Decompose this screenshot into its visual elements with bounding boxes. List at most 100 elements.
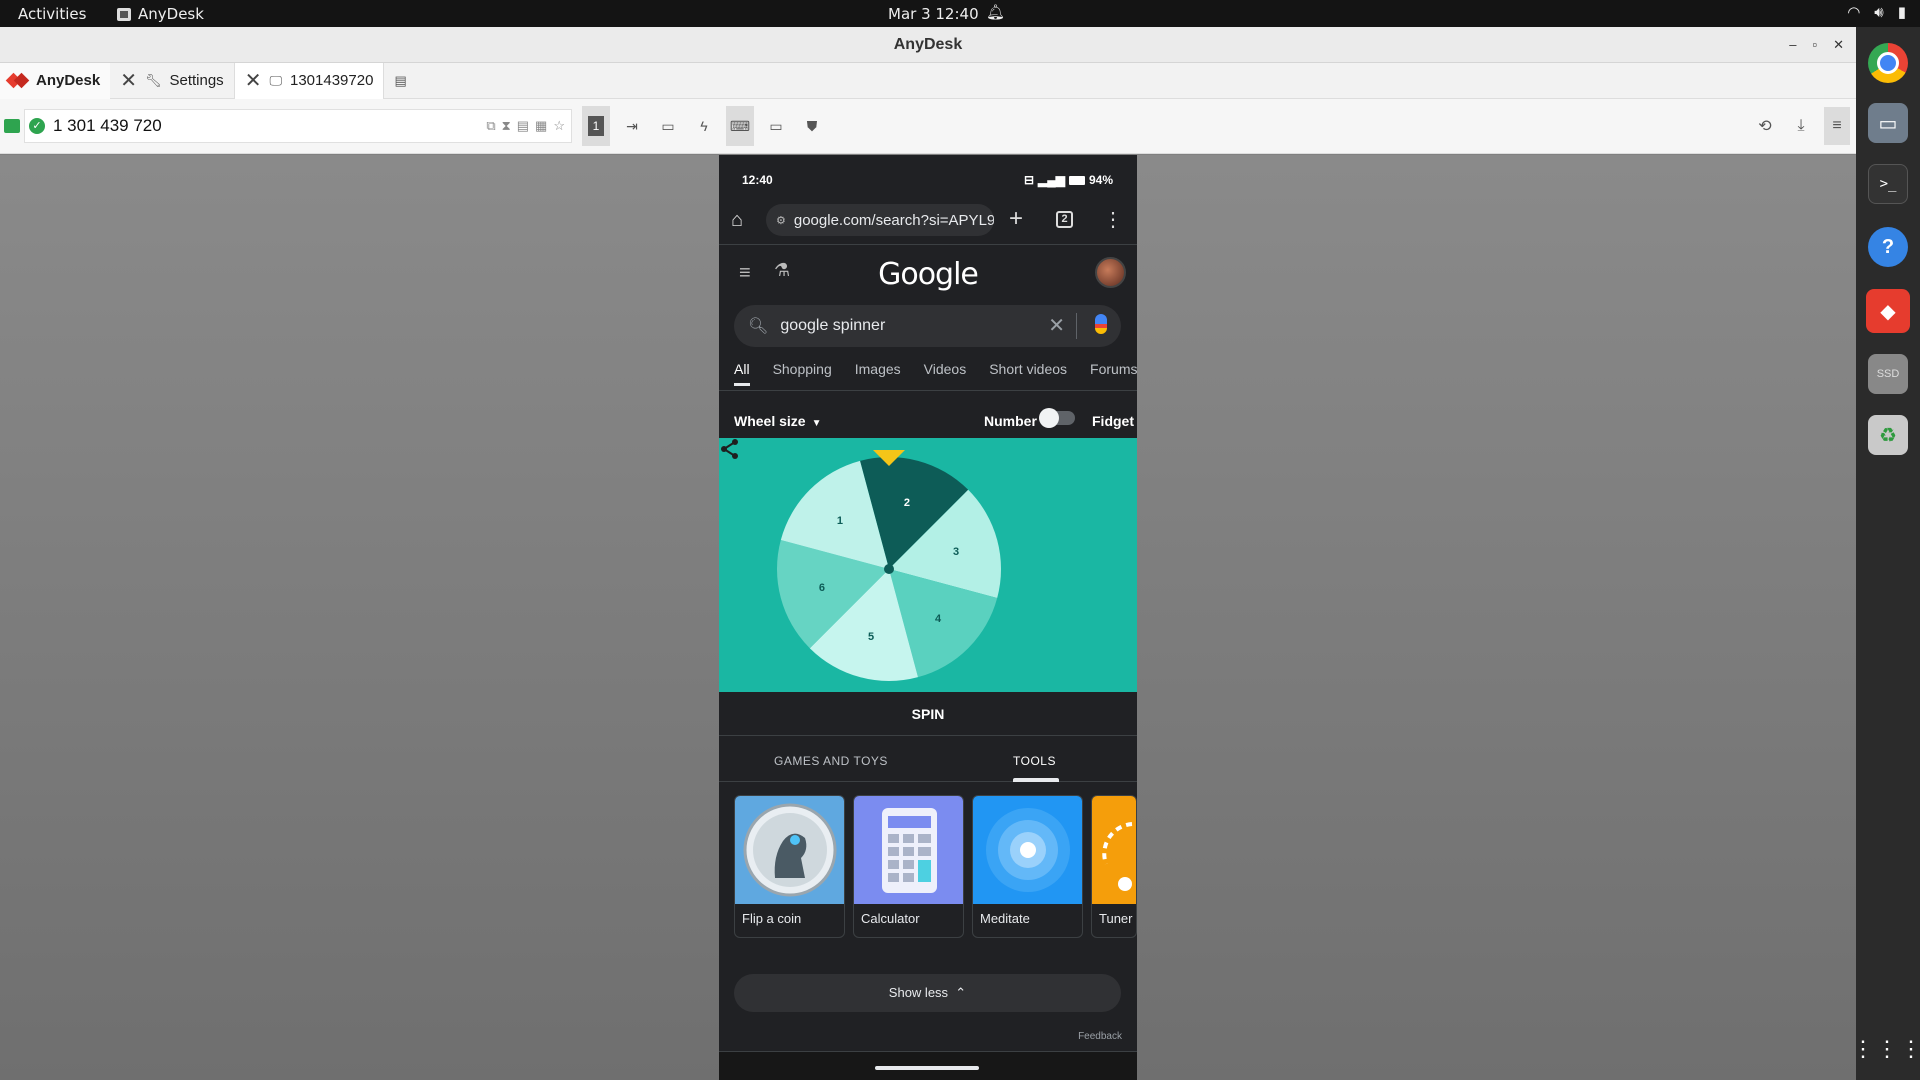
history-button[interactable]: ⟲ [1752, 107, 1778, 145]
activities-button[interactable]: Activities [18, 5, 86, 23]
show-apps-icon[interactable]: ⋮⋮⋮ [1852, 1029, 1920, 1069]
wheel-number: 1 [837, 515, 843, 527]
home-gesture-bar[interactable] [875, 1066, 979, 1070]
spin-button[interactable]: SPIN [719, 692, 1137, 736]
remote-viewport[interactable]: 12:40 ⊟ ▂▄▆ 94% ⌂ ⚙ google.com/search?si… [0, 155, 1856, 1080]
file-transfer-button[interactable]: ⇥ [618, 106, 646, 146]
number-fidget-toggle[interactable] [1039, 408, 1075, 428]
tab-switcher-button[interactable]: 2 [1056, 211, 1073, 228]
wheel-size-dropdown[interactable]: Wheel size ▼ [734, 413, 822, 429]
keyboard-icon: ⌨ [729, 117, 751, 134]
feedback-link[interactable]: Feedback [1078, 1031, 1122, 1042]
battery-percent: 94% [1088, 173, 1113, 187]
tab-tools[interactable]: TOOLS [1013, 754, 1056, 768]
share-icon[interactable] [719, 438, 741, 460]
close-tab-icon[interactable]: ✕ [245, 68, 262, 93]
download-icon: ⤓ [1797, 117, 1805, 134]
remote-address-field[interactable]: ✓ 1 301 439 720 ⧉ ⧗ ▤ ▦ ☆ [24, 109, 572, 143]
more-menu-icon[interactable]: ⋮ [1103, 207, 1123, 232]
permissions-button[interactable]: ⛊ [798, 106, 826, 146]
phone-time: 12:40 [742, 173, 773, 187]
search-tab-forums[interactable]: Forums [1090, 361, 1137, 386]
avatar[interactable] [1095, 257, 1126, 288]
tab-games-and-toys[interactable]: GAMES AND TOYS [774, 754, 888, 768]
app-menu[interactable]: AnyDesk [117, 5, 204, 23]
card-label: Calculator [861, 911, 920, 926]
keyboard-button[interactable]: ⌨ [726, 106, 754, 146]
search-box[interactable]: 🔍︎ google spinner ✕ [734, 305, 1121, 347]
tab-session[interactable]: ✕ 🖵 1301439720 [233, 62, 385, 99]
new-tab-icon[interactable]: + [1009, 205, 1023, 233]
trash-icon[interactable]: ♻ [1868, 415, 1908, 455]
restore-icon[interactable]: ▫ [1812, 27, 1817, 63]
remote-address: 1 301 439 720 [53, 116, 162, 135]
terminal-icon[interactable]: >_ [1868, 164, 1908, 204]
chrome-icon[interactable] [1868, 43, 1908, 83]
tab-anydesk-label: AnyDesk [36, 72, 101, 89]
url-bar[interactable]: ⚙ google.com/search?si=APYL9bvlSxv [766, 204, 994, 236]
new-session-button[interactable]: ▤ [384, 63, 416, 99]
tab-anydesk[interactable]: AnyDesk [0, 62, 111, 99]
new-window-icon: ▤ [394, 72, 407, 88]
battery-icon [1068, 175, 1085, 185]
drive-icon[interactable]: SSD [1868, 354, 1908, 394]
number-label: Number [984, 413, 1037, 429]
google-logo[interactable]: Google [719, 257, 1137, 292]
site-settings-icon[interactable]: ⚙ [776, 214, 786, 227]
file-transfer-icon[interactable]: ▦ [535, 118, 547, 134]
chat-button[interactable]: ▭ [654, 106, 682, 146]
display-button[interactable]: ▭ [762, 106, 790, 146]
volume-icon: 🔊︎ [1874, 3, 1884, 21]
wifi-icon: ◠ [1847, 3, 1861, 21]
spinner-wheel[interactable]: 2 3 4 5 6 1 [719, 438, 1137, 692]
wheel-number: 6 [819, 582, 825, 594]
anydesk-window: AnyDesk – ▫ ✕ AnyDesk ✕ 🔧︎ Settings ✕ 🖵 … [0, 27, 1856, 1080]
search-tab-all[interactable]: All [734, 361, 750, 386]
wheel-number: 2 [904, 497, 910, 509]
window-title: AnyDesk [893, 36, 963, 53]
clear-icon[interactable]: ✕ [1048, 313, 1065, 338]
clock[interactable]: Mar 3 12:40 [888, 5, 979, 23]
session-tools: 1 ⇥ ▭ ϟ ⌨ ▭ ⛊ [582, 106, 826, 146]
search-tab-short-videos[interactable]: Short videos [989, 361, 1067, 386]
search-tab-shopping[interactable]: Shopping [773, 361, 832, 386]
download-button[interactable]: ⤓ [1788, 107, 1814, 145]
search-tab-videos[interactable]: Videos [924, 361, 967, 386]
home-icon[interactable]: ⌂ [731, 209, 743, 232]
search-tab-images[interactable]: Images [855, 361, 901, 386]
phone-status-icons: ⊟ ▂▄▆ 94% [1024, 173, 1113, 187]
remote-phone-screen[interactable]: 12:40 ⊟ ▂▄▆ 94% ⌂ ⚙ google.com/search?si… [719, 155, 1137, 1080]
actions-button[interactable]: ϟ [690, 106, 718, 146]
close-icon[interactable]: ✕ [1833, 27, 1844, 63]
anydesk-dock-icon[interactable]: ◆ [1866, 289, 1910, 333]
monitor-icon: 🖵 [269, 72, 282, 88]
help-icon[interactable]: ? [1868, 227, 1908, 267]
show-less-button[interactable]: Show less ⌃ [734, 974, 1121, 1012]
meditate-icon [986, 808, 1070, 892]
mic-icon[interactable] [1095, 314, 1107, 334]
favorite-icon[interactable]: ☆ [553, 118, 565, 134]
search-query: google spinner [780, 317, 886, 334]
card-flip-a-coin[interactable]: Flip a coin [734, 795, 845, 938]
system-tray[interactable]: ◠ 🔊︎ ▮ [1847, 3, 1906, 21]
search-tabs: All Shopping Images Videos Short videos … [734, 361, 1137, 386]
files-icon[interactable]: ▭ [1868, 103, 1908, 143]
card-label: Tuner [1099, 911, 1133, 926]
main-menu-button[interactable]: ≡ [1824, 107, 1850, 145]
screenshot-icon[interactable]: ⧉ [486, 118, 495, 134]
display-1-button[interactable]: 1 [582, 106, 610, 146]
spinner-panel[interactable]: 2 3 4 5 6 1 [719, 438, 1137, 692]
card-tuner[interactable]: Tuner [1091, 795, 1137, 938]
tab-session-label: 1301439720 [290, 72, 374, 89]
connection-status-icon [4, 119, 20, 133]
minimize-icon[interactable]: – [1789, 27, 1796, 63]
right-tools: ⟲ ⤓ ≡ [1752, 107, 1850, 145]
wrench-icon: 🔧︎ [144, 72, 162, 88]
anydesk-logo-icon [6, 72, 28, 90]
card-calculator[interactable]: Calculator [853, 795, 964, 938]
hourglass-icon[interactable]: ⧗ [502, 118, 511, 134]
clipboard-icon[interactable]: ▤ [517, 118, 529, 134]
tab-settings[interactable]: ✕ 🔧︎ Settings [110, 63, 233, 99]
close-tab-icon[interactable]: ✕ [120, 68, 137, 93]
card-meditate[interactable]: Meditate [972, 795, 1083, 938]
